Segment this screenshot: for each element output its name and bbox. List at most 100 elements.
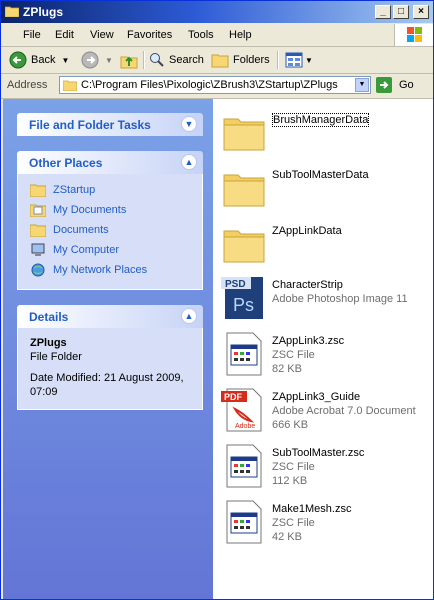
chevron-down-icon[interactable]: ▼ — [305, 56, 313, 65]
title-bar[interactable]: ZPlugs _ □ × — [1, 1, 433, 23]
file-item[interactable]: SubToolMasterData — [221, 163, 433, 215]
details-panel: Details ▲ ZPlugs File Folder Date Modifi… — [17, 305, 203, 410]
folders-button[interactable]: Folders — [211, 51, 270, 69]
place-my-computer[interactable]: My Computer — [18, 240, 202, 260]
back-label: Back — [31, 54, 56, 66]
address-bar: Address C:\Program Files\Pixologic\ZBrus… — [1, 74, 433, 99]
search-label: Search — [169, 54, 204, 66]
forward-arrow-icon — [81, 51, 99, 69]
toolbar: Back ▼ ▼ Search Folders ▼ — [1, 47, 433, 74]
content-area: File and Folder Tasks ▼ Other Places ▲ Z… — [3, 99, 433, 599]
maximize-button[interactable]: □ — [393, 5, 409, 19]
file-item[interactable]: PSD Ps CharacterStrip Adobe Photoshop Im… — [221, 273, 433, 325]
window-title: ZPlugs — [23, 5, 64, 19]
folder-icon — [223, 118, 265, 151]
place-label: ZStartup — [53, 184, 96, 196]
file-folder-tasks-header[interactable]: File and Folder Tasks ▼ — [17, 113, 203, 136]
details-modified: Date Modified: 21 August 2009, — [30, 372, 184, 384]
file-name: CharacterStrip — [272, 279, 343, 291]
search-button[interactable]: Search — [149, 51, 204, 69]
place-label: Documents — [53, 224, 109, 236]
psd-icon: PSD Ps — [221, 277, 263, 319]
back-arrow-icon — [9, 51, 27, 69]
file-item[interactable]: Make1Mesh.zsc ZSC File 42 KB — [221, 497, 433, 549]
place-my-documents[interactable]: My Documents — [18, 200, 202, 220]
chevron-down-icon[interactable]: ▼ — [61, 56, 69, 65]
place-my-network-places[interactable]: My Network Places — [18, 260, 202, 280]
file-item[interactable]: PDF Adobe ZAppLink3_Guide Adobe Acrobat … — [221, 385, 433, 437]
details-modified-time: 07:09 — [30, 386, 58, 398]
details-header[interactable]: Details ▲ — [17, 305, 203, 328]
place-documents[interactable]: Documents — [18, 220, 202, 240]
panel-title: File and Folder Tasks — [29, 118, 151, 132]
file-type: Adobe Photoshop Image 11 — [272, 293, 408, 305]
file-size: 666 KB — [272, 419, 309, 431]
menu-tools[interactable]: Tools — [188, 29, 214, 41]
place-label: My Computer — [53, 244, 120, 256]
place-zstartup[interactable]: ZStartup — [18, 180, 202, 200]
folder-icon — [223, 230, 265, 263]
file-item[interactable]: SubToolMaster.zsc ZSC File 112 KB — [221, 441, 433, 493]
place-label: My Documents — [53, 204, 127, 216]
pdf-icon: PDF Adobe — [221, 388, 262, 432]
file-list: BrushManagerData SubToolMasterData ZAppL… — [213, 99, 433, 599]
windows-logo-icon — [394, 24, 433, 46]
file-item[interactable]: BrushManagerData — [221, 107, 433, 159]
file-name: BrushManagerData — [272, 113, 370, 127]
menu-view[interactable]: View — [90, 29, 114, 41]
file-size: 42 KB — [272, 531, 302, 543]
menu-file[interactable]: File — [23, 29, 41, 41]
panel-title: Other Places — [29, 156, 103, 170]
go-arrow-icon — [376, 77, 392, 93]
menu-edit[interactable]: Edit — [55, 29, 74, 41]
file-name: ZAppLink3_Guide — [272, 391, 361, 403]
other-places-panel: Other Places ▲ ZStartup My Documents Doc… — [17, 151, 203, 290]
file-type: ZSC File — [272, 461, 315, 473]
folder-icon — [5, 6, 19, 17]
up-folder-button[interactable] — [120, 51, 138, 69]
pdf-badge-label: PDF — [224, 392, 243, 402]
chevron-down-icon[interactable]: ▼ — [105, 56, 113, 65]
collapse-icon[interactable]: ▲ — [181, 154, 197, 170]
minimize-button[interactable]: _ — [375, 5, 391, 19]
file-name: ZAppLink3.zsc — [272, 335, 345, 347]
file-type: ZSC File — [272, 517, 315, 529]
pdf-brand-label: Adobe — [235, 423, 255, 430]
file-item[interactable]: ZAppLink3.zsc ZSC File 82 KB — [221, 329, 433, 381]
details-type: File Folder — [30, 351, 82, 363]
menu-favorites[interactable]: Favorites — [127, 29, 172, 41]
details-body: ZPlugs File Folder Date Modified: 21 Aug… — [17, 328, 203, 410]
go-label: Go — [399, 79, 414, 91]
close-button[interactable]: × — [413, 5, 429, 19]
forward-button[interactable]: ▼ — [81, 51, 113, 69]
file-type: ZSC File — [272, 349, 315, 361]
zsc-icon — [226, 332, 262, 376]
place-label: My Network Places — [53, 264, 148, 276]
menu-help[interactable]: Help — [229, 29, 252, 41]
toolbar-separator — [277, 51, 279, 69]
up-folder-icon — [120, 56, 138, 69]
folders-label: Folders — [233, 54, 270, 66]
network-places-icon — [31, 263, 45, 277]
folder-icon — [63, 80, 77, 91]
other-places-header[interactable]: Other Places ▲ — [17, 151, 203, 174]
explorer-window: ZPlugs _ □ × File Edit View Favorites To… — [0, 0, 434, 600]
toolbar-separator — [143, 51, 145, 69]
file-item[interactable]: ZAppLinkData — [221, 219, 433, 271]
address-field[interactable]: C:\Program Files\Pixologic\ZBrush3\ZStar… — [59, 76, 371, 94]
task-pane: File and Folder Tasks ▼ Other Places ▲ Z… — [3, 99, 213, 599]
file-name: Make1Mesh.zsc — [272, 503, 352, 515]
file-folder-tasks-panel: File and Folder Tasks ▼ — [17, 113, 203, 136]
menu-bar: File Edit View Favorites Tools Help — [1, 24, 433, 47]
panel-title: Details — [29, 310, 69, 324]
go-button[interactable]: Go — [375, 76, 414, 94]
address-dropdown-button[interactable]: ▼ — [355, 78, 369, 92]
zsc-icon — [226, 444, 262, 488]
folder-icon — [223, 174, 265, 207]
views-button[interactable]: ▼ — [285, 51, 313, 69]
back-button[interactable]: Back ▼ — [9, 51, 69, 69]
collapse-icon[interactable]: ▲ — [181, 308, 197, 324]
psd-glyph-label: Ps — [233, 295, 254, 315]
views-icon — [285, 52, 303, 68]
expand-icon[interactable]: ▼ — [181, 116, 197, 132]
